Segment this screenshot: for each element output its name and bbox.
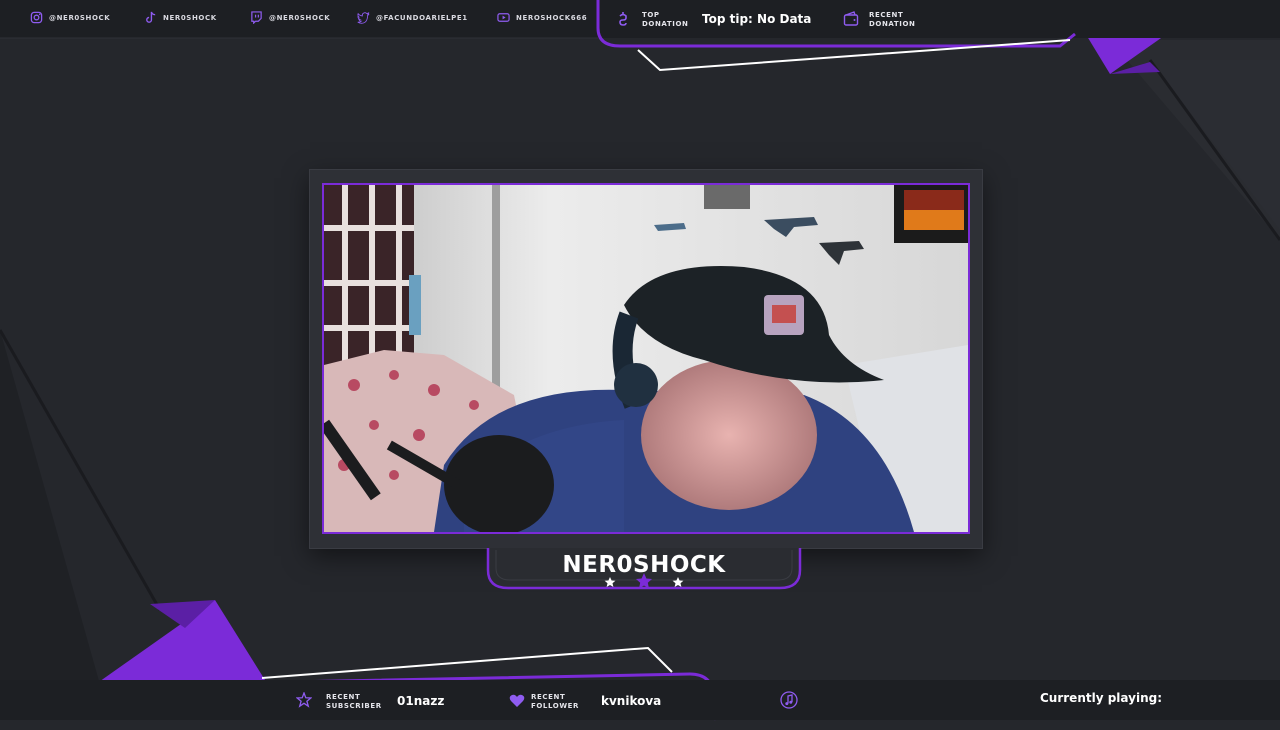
twitter-icon (357, 11, 370, 26)
recent-donation-label: RECENT DONATION (869, 11, 916, 28)
social-handle: @NER0SHOCK (269, 14, 331, 22)
webcam-feed (322, 183, 970, 534)
social-handle: NEROSHOCK666 (516, 14, 588, 22)
currently-playing-label: Currently playing: (1040, 691, 1163, 705)
social-youtube[interactable]: NEROSHOCK666 (497, 11, 587, 25)
youtube-icon (497, 11, 510, 26)
streamer-name: NER0SHOCK (562, 552, 726, 578)
social-twitter[interactable]: @FACUNDOARIELPE1 (357, 11, 468, 25)
social-tiktok[interactable]: NER0SHOCK (144, 11, 217, 25)
recent-subscriber-label: RECENT SUBSCRIBER (326, 693, 382, 710)
heart-icon (509, 693, 525, 712)
social-handle: NER0SHOCK (163, 14, 217, 22)
donation-icon (615, 10, 631, 32)
top-donation-label: TOP DONATION (642, 11, 689, 28)
top-bar: @NER0SHOCK NER0SHOCK @NER0SHOCK @FACUNDO… (0, 0, 1280, 72)
social-twitch[interactable]: @NER0SHOCK (250, 10, 331, 26)
music-note-icon (780, 691, 798, 713)
recent-follower-value: kvnikova (601, 694, 662, 708)
recent-subscriber-value: 01nazz (397, 694, 445, 708)
top-donation-value: Top tip: No Data (702, 12, 812, 26)
twitch-icon (250, 10, 263, 26)
tiktok-icon (144, 11, 157, 26)
subscriber-icon (295, 691, 313, 712)
recent-follower-label: RECENT FOLLOWER (531, 693, 580, 710)
streamer-nameplate: NER0SHOCK (486, 546, 802, 590)
social-handle: @FACUNDOARIELPE1 (376, 14, 468, 22)
instagram-icon (30, 11, 43, 26)
social-instagram[interactable]: @NER0SHOCK (30, 11, 110, 25)
bottom-bar: RECENT SUBSCRIBER 01nazz RECENT FOLLOWER k… (0, 680, 1280, 720)
social-handle: @NER0SHOCK (49, 14, 111, 22)
wallet-icon (843, 11, 859, 31)
